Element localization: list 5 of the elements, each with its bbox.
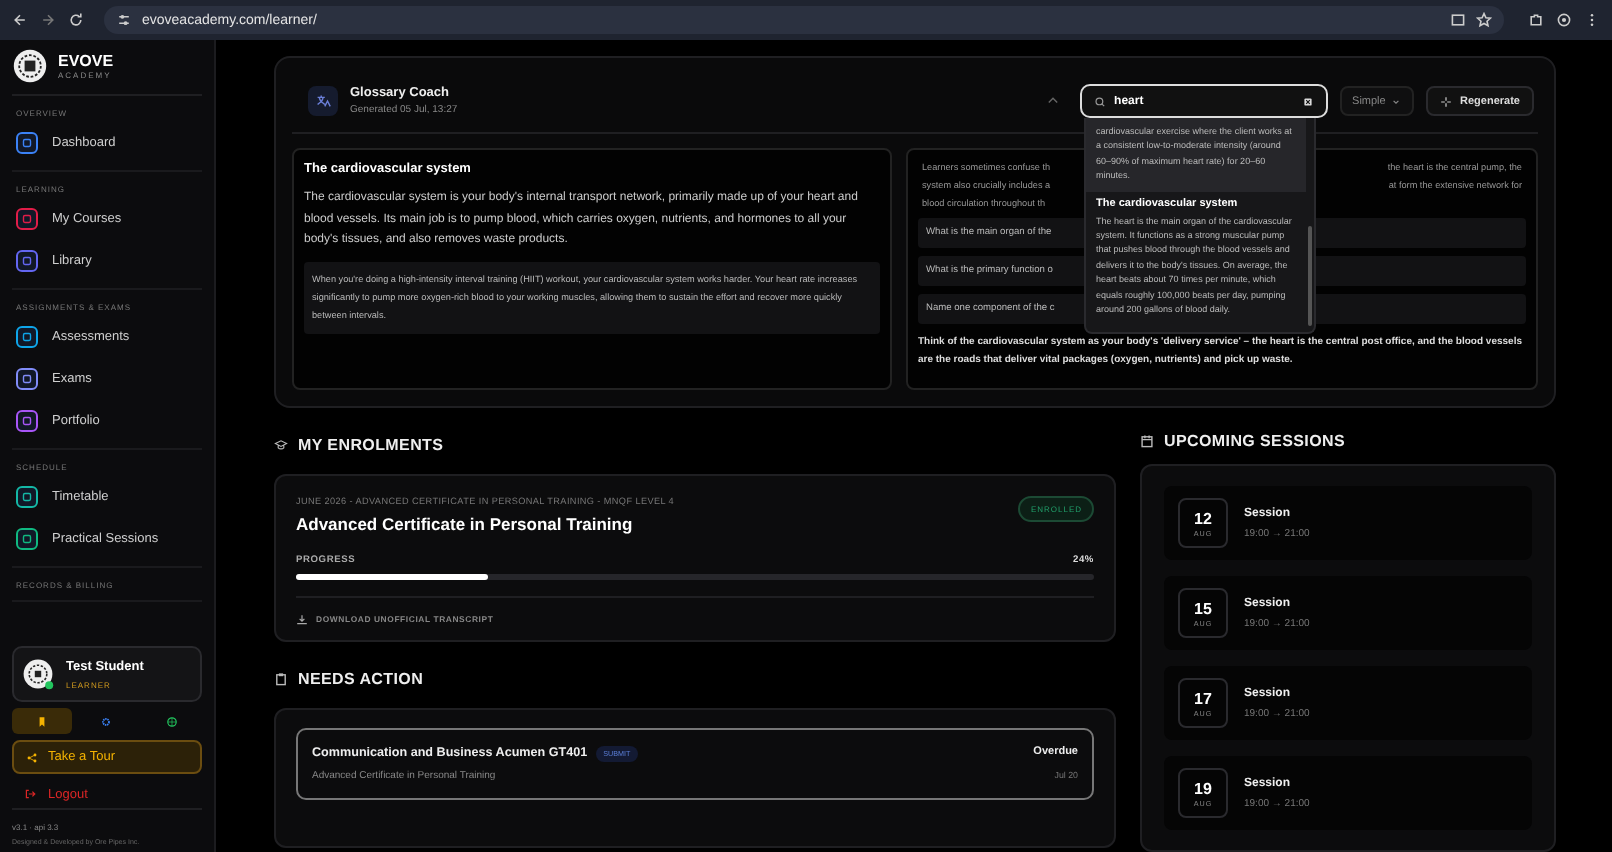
section-title: NEEDS ACTION	[298, 670, 424, 689]
brand-name: EVOVE	[58, 52, 114, 70]
course-title: Advanced Certificate in Personal Training	[296, 513, 635, 534]
section-title: MY ENROLMENTS	[298, 436, 444, 455]
section-title: UPCOMING SESSIONS	[1164, 431, 1346, 450]
